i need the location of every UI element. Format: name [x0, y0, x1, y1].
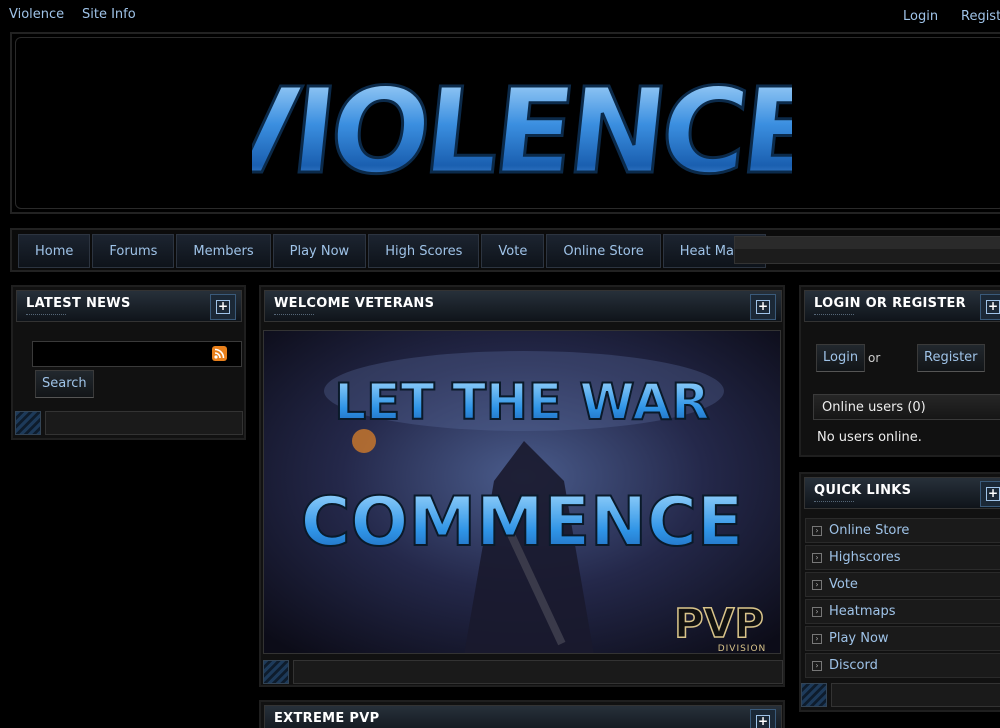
hero-line1: LET THE WAR: [334, 373, 709, 431]
quick-link-online-store[interactable]: › Online Store: [805, 518, 1000, 543]
hero-image[interactable]: LET THE WAR COMMENCE PVP DIVISION: [263, 330, 781, 654]
arrow-right-icon: ›: [812, 553, 822, 563]
latest-news-title: LATEST NEWS: [26, 296, 131, 311]
nav-vote[interactable]: Vote: [481, 234, 545, 268]
arrow-right-icon: ›: [812, 634, 822, 644]
header-dots: [814, 501, 854, 503]
panel-footer: [263, 660, 783, 684]
quick-link-highscores[interactable]: › Highscores: [805, 545, 1000, 570]
rss-glyph: [214, 348, 225, 359]
expand-button[interactable]: +: [750, 709, 776, 728]
plus-icon: +: [216, 299, 230, 314]
logo-text: VIOLENCE: [252, 62, 792, 200]
latest-news-panel: LATEST NEWS + Search: [11, 285, 246, 440]
login-button[interactable]: Login: [816, 344, 866, 372]
main-nav: Home Forums Members Play Now High Scores…: [18, 234, 768, 268]
expand-button[interactable]: +: [750, 294, 776, 320]
panel-header: EXTREME PVP +: [264, 705, 782, 728]
panel-header: LOGIN OR REGISTER +: [804, 290, 1000, 322]
arrow-right-icon: ›: [812, 607, 822, 617]
nav-home[interactable]: Home: [18, 234, 91, 268]
main-nav-bar: Home Forums Members Play Now High Scores…: [10, 228, 1000, 272]
plus-icon: +: [756, 299, 770, 314]
nav-online-store[interactable]: Online Store: [546, 234, 661, 268]
quick-link-vote[interactable]: › Vote: [805, 572, 1000, 597]
quick-link-label: Play Now: [829, 631, 889, 646]
plus-icon: +: [986, 486, 1000, 501]
panel-header: WELCOME VETERANS +: [264, 290, 782, 322]
panel-header: LATEST NEWS +: [16, 290, 242, 322]
quick-link-label: Online Store: [829, 523, 910, 538]
hero-badge: PVP: [674, 601, 764, 647]
footer-stripe: [801, 683, 827, 707]
nav-play-now[interactable]: Play Now: [272, 234, 367, 268]
arrow-right-icon: ›: [812, 661, 822, 671]
extreme-pvp-panel: EXTREME PVP +: [259, 700, 785, 728]
arrow-right-icon: ›: [812, 526, 822, 536]
or-text: or: [868, 351, 881, 365]
quick-link-play-now[interactable]: › Play Now: [805, 626, 1000, 651]
topbar-link-site-info[interactable]: Site Info: [82, 7, 136, 22]
site-logo[interactable]: VIOLENCE: [252, 54, 792, 204]
panel-footer: [15, 411, 245, 435]
online-users-label: Online users (0): [822, 400, 926, 415]
topbar-link-login[interactable]: Login: [903, 9, 938, 24]
register-button[interactable]: Register: [917, 344, 985, 372]
no-users-text: No users online.: [817, 430, 922, 445]
footer-bar: [45, 411, 243, 435]
expand-button[interactable]: +: [210, 294, 236, 320]
footer-stripe: [263, 660, 289, 684]
quick-links-title: QUICK LINKS: [814, 483, 912, 498]
header-dots: [26, 314, 66, 316]
hero-line2: COMMENCE: [301, 483, 744, 562]
nav-members[interactable]: Members: [176, 234, 271, 268]
quick-link-label: Vote: [829, 577, 858, 592]
welcome-title: WELCOME VETERANS: [274, 296, 435, 311]
rss-icon[interactable]: [212, 346, 227, 361]
arrow-right-icon: ›: [812, 580, 822, 590]
footer-stripe: [15, 411, 41, 435]
quick-link-label: Highscores: [829, 550, 901, 565]
plus-icon: +: [756, 714, 770, 728]
quick-link-label: Discord: [829, 658, 878, 673]
topbar-link-register[interactable]: Register: [961, 9, 1000, 24]
header-dots: [814, 314, 854, 316]
extreme-pvp-title: EXTREME PVP: [274, 711, 380, 726]
nav-forums[interactable]: Forums: [92, 234, 175, 268]
panel-header: QUICK LINKS +: [804, 477, 1000, 509]
login-register-title: LOGIN OR REGISTER: [814, 296, 966, 311]
header-dots: [274, 314, 314, 316]
top-bar: Violence Site Info Login Register: [0, 0, 1000, 32]
hero-badge-sub: DIVISION: [718, 644, 767, 654]
footer-bar: [831, 683, 1000, 707]
expand-button[interactable]: +: [980, 294, 1000, 320]
quick-link-heatmaps[interactable]: › Heatmaps: [805, 599, 1000, 624]
news-search-input[interactable]: [32, 341, 242, 367]
plus-icon: +: [986, 299, 1000, 314]
expand-button[interactable]: +: [980, 481, 1000, 507]
search-button[interactable]: Search: [35, 370, 94, 398]
quick-link-label: Heatmaps: [829, 604, 896, 619]
quick-link-discord[interactable]: › Discord: [805, 653, 1000, 678]
footer-bar: [293, 660, 783, 684]
login-register-panel: LOGIN OR REGISTER + Login or Register On…: [799, 285, 1000, 457]
online-users-bar[interactable]: Online users (0): [813, 394, 1000, 420]
nav-high-scores[interactable]: High Scores: [368, 234, 480, 268]
topbar-link-violence[interactable]: Violence: [9, 7, 64, 22]
site-banner: VIOLENCE: [10, 32, 1000, 214]
hero-art: LET THE WAR COMMENCE PVP DIVISION: [264, 331, 780, 654]
nav-filler: [734, 236, 1000, 264]
panel-footer: [801, 683, 1000, 707]
